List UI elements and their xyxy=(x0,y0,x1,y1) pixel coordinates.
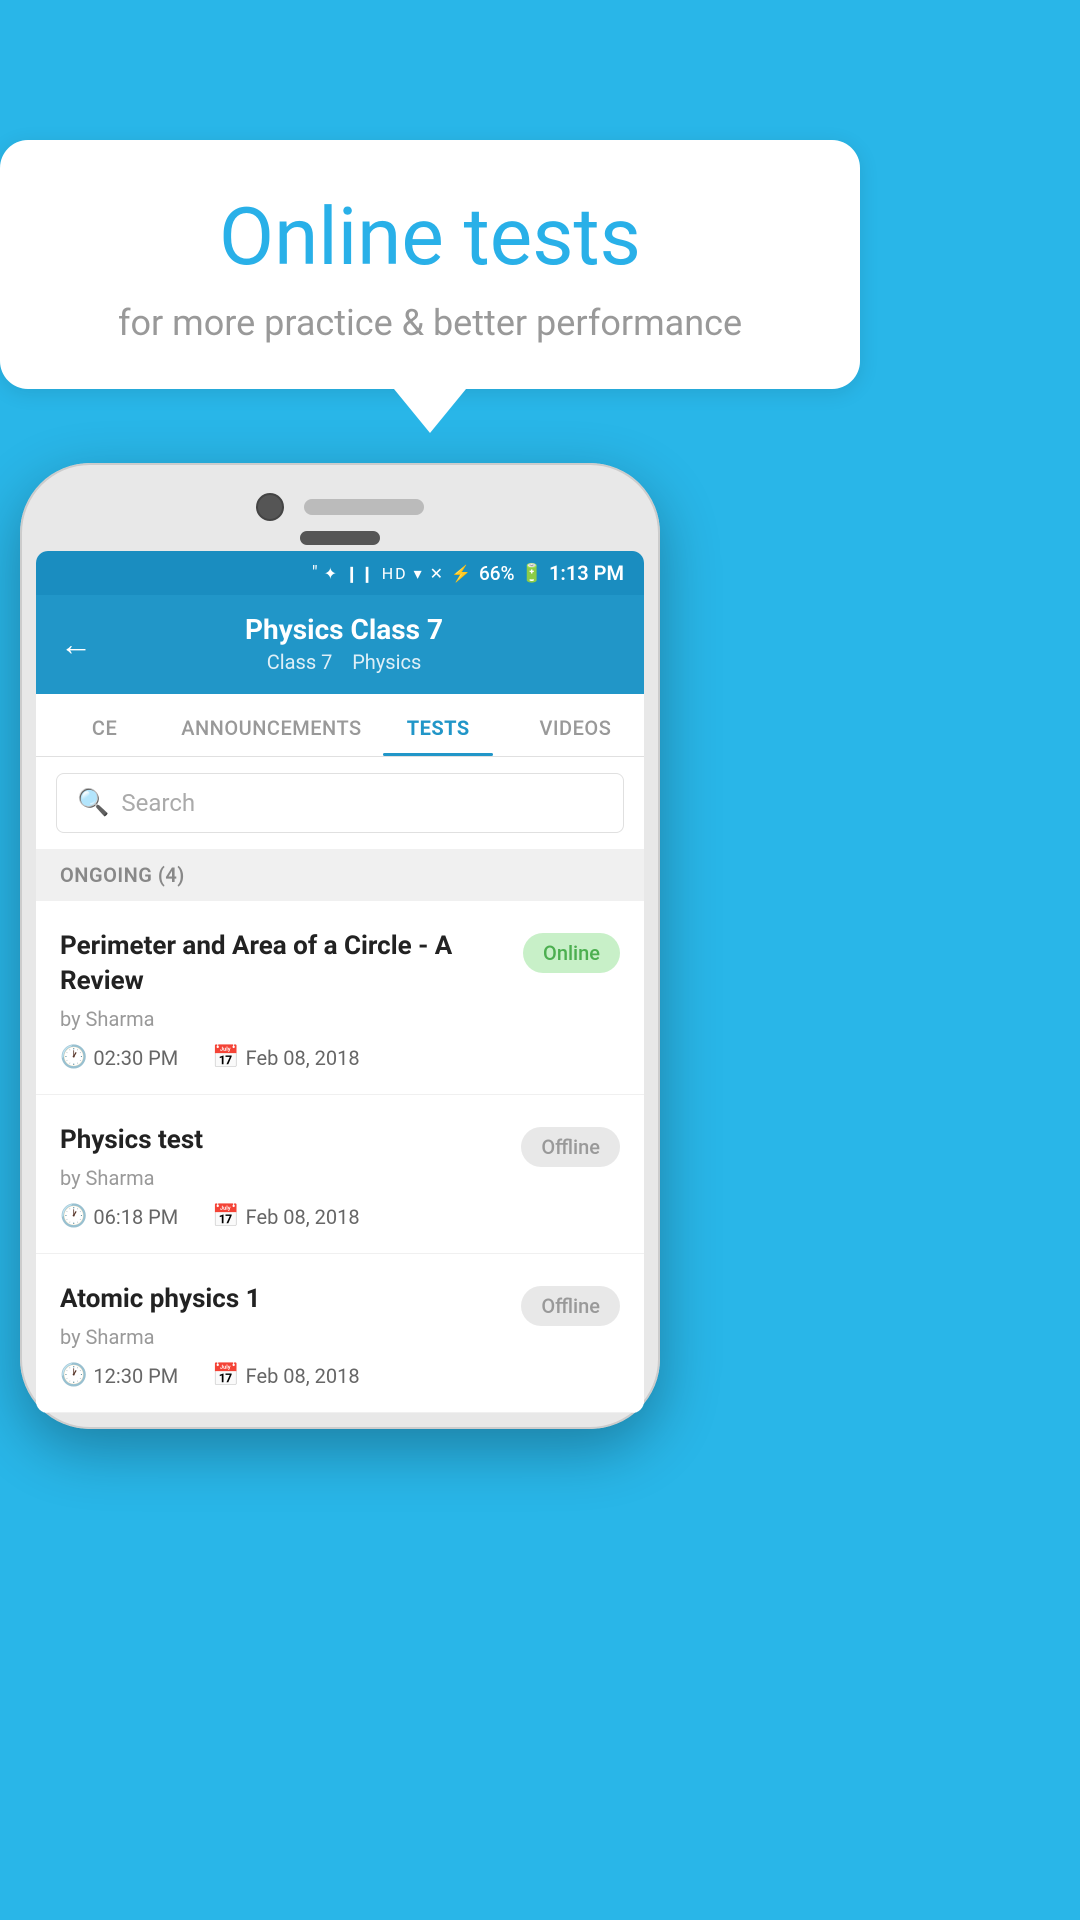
test-1-author: by Sharma xyxy=(60,1007,507,1031)
battery-text: 66% xyxy=(479,562,515,585)
app-header: ← Physics Class 7 Class 7 Physics xyxy=(36,595,644,694)
test-2-meta: 🕐 06:18 PM 📅 Feb 08, 2018 xyxy=(60,1204,505,1229)
bubble-title: Online tests xyxy=(70,190,790,284)
search-placeholder: Search xyxy=(121,789,195,817)
phone-camera xyxy=(256,493,284,521)
test-2-date: Feb 08, 2018 xyxy=(246,1205,360,1229)
phone-body: " ✦ ❙❙ HD ▾ ✕ ⚡ 66% 🔋 1:13 PM ← Physics … xyxy=(20,463,660,1429)
test-3-time-block: 🕐 12:30 PM xyxy=(60,1363,178,1388)
calendar-icon-1: 📅 xyxy=(212,1045,239,1070)
test-2-author: by Sharma xyxy=(60,1166,505,1190)
test-2-date-block: 📅 Feb 08, 2018 xyxy=(212,1204,359,1229)
status-battery-icon: 🔋 xyxy=(521,563,543,584)
section-ongoing-header: ONGOING (4) xyxy=(36,849,644,901)
tab-ce[interactable]: CE xyxy=(36,694,173,756)
phone-speaker xyxy=(304,499,424,515)
app-background: Online tests for more practice & better … xyxy=(0,0,1080,1920)
bluetooth-icon: " xyxy=(312,563,318,584)
back-button[interactable]: ← xyxy=(60,625,92,663)
test-2-time-block: 🕐 06:18 PM xyxy=(60,1204,178,1229)
promo-bubble: Online tests for more practice & better … xyxy=(0,140,860,433)
status-time: 1:13 PM xyxy=(549,561,624,585)
phone-home-sensor xyxy=(300,531,380,545)
test-1-time-block: 🕐 02:30 PM xyxy=(60,1045,178,1070)
test-3-status-badge: Offline xyxy=(521,1286,620,1326)
test-item-3-left: Atomic physics 1 by Sharma 🕐 12:30 PM 📅 … xyxy=(60,1282,521,1388)
test-3-date-block: 📅 Feb 08, 2018 xyxy=(212,1363,359,1388)
search-icon: 🔍 xyxy=(77,788,109,818)
test-3-date: Feb 08, 2018 xyxy=(246,1364,360,1388)
test-1-meta: 🕐 02:30 PM 📅 Feb 08, 2018 xyxy=(60,1045,507,1070)
status-icons: " ✦ ❙❙ HD ▾ ✕ ⚡ 66% 🔋 1:13 PM xyxy=(312,561,624,585)
status-bar: " ✦ ❙❙ HD ▾ ✕ ⚡ 66% 🔋 1:13 PM xyxy=(36,551,644,595)
test-3-title: Atomic physics 1 xyxy=(60,1282,505,1317)
app-header-subtitle: Class 7 Physics xyxy=(108,650,580,674)
search-container: 🔍 Search xyxy=(36,757,644,849)
test-3-author: by Sharma xyxy=(60,1325,505,1349)
test-1-date-block: 📅 Feb 08, 2018 xyxy=(212,1045,359,1070)
test-2-status-badge: Offline xyxy=(521,1127,620,1167)
test-1-time: 02:30 PM xyxy=(93,1046,178,1070)
test-item-1-left: Perimeter and Area of a Circle - A Revie… xyxy=(60,929,523,1070)
clock-icon-3: 🕐 xyxy=(60,1363,87,1388)
tab-videos[interactable]: VIDEOS xyxy=(507,694,644,756)
test-item-2[interactable]: Physics test by Sharma 🕐 06:18 PM 📅 Feb … xyxy=(36,1095,644,1254)
clock-icon-1: 🕐 xyxy=(60,1045,87,1070)
test-2-title: Physics test xyxy=(60,1123,505,1158)
calendar-icon-3: 📅 xyxy=(212,1363,239,1388)
tab-tests[interactable]: TESTS xyxy=(370,694,507,756)
clock-icon-2: 🕐 xyxy=(60,1204,87,1229)
bubble-box: Online tests for more practice & better … xyxy=(0,140,860,389)
test-1-title: Perimeter and Area of a Circle - A Revie… xyxy=(60,929,507,999)
test-1-date: Feb 08, 2018 xyxy=(246,1046,360,1070)
tab-announcements[interactable]: ANNOUNCEMENTS xyxy=(173,694,369,756)
bubble-subtitle: for more practice & better performance xyxy=(70,302,790,344)
test-3-meta: 🕐 12:30 PM 📅 Feb 08, 2018 xyxy=(60,1363,505,1388)
phone-mockup: " ✦ ❙❙ HD ▾ ✕ ⚡ 66% 🔋 1:13 PM ← Physics … xyxy=(0,463,680,1429)
calendar-icon-2: 📅 xyxy=(212,1204,239,1229)
header-title-block: Physics Class 7 Class 7 Physics xyxy=(108,613,580,674)
test-2-time: 06:18 PM xyxy=(93,1205,178,1229)
phone-screen: " ✦ ❙❙ HD ▾ ✕ ⚡ 66% 🔋 1:13 PM ← Physics … xyxy=(36,551,644,1413)
status-icons-text: ✦ ❙❙ HD ▾ ✕ ⚡ xyxy=(324,564,473,583)
bubble-tail xyxy=(394,389,466,433)
test-3-time: 12:30 PM xyxy=(93,1364,178,1388)
phone-top-bar xyxy=(36,479,644,531)
test-1-status-badge: Online xyxy=(523,933,620,973)
tab-bar: CE ANNOUNCEMENTS TESTS VIDEOS xyxy=(36,694,644,757)
app-header-title: Physics Class 7 xyxy=(108,613,580,646)
test-item-3[interactable]: Atomic physics 1 by Sharma 🕐 12:30 PM 📅 … xyxy=(36,1254,644,1413)
test-item-2-left: Physics test by Sharma 🕐 06:18 PM 📅 Feb … xyxy=(60,1123,521,1229)
test-item-1[interactable]: Perimeter and Area of a Circle - A Revie… xyxy=(36,901,644,1095)
search-bar[interactable]: 🔍 Search xyxy=(56,773,624,833)
